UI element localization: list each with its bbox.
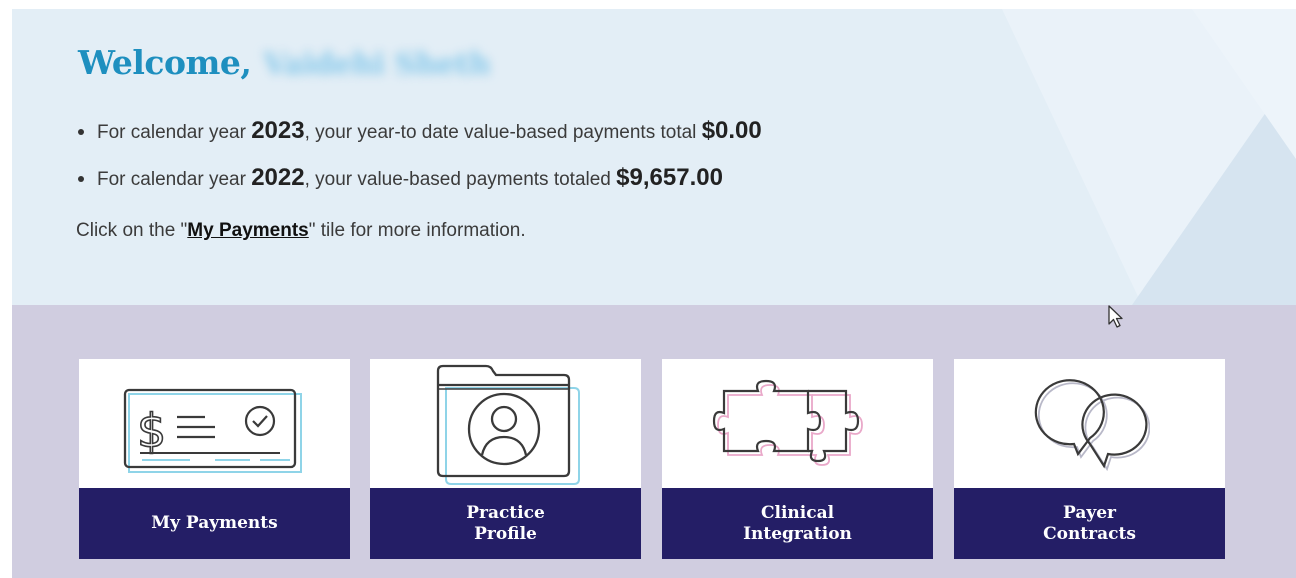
note-text-after: " tile for more information. xyxy=(308,220,526,241)
mouse-cursor-icon xyxy=(1108,305,1123,328)
tile-label: Payer Contracts xyxy=(954,488,1225,559)
user-name-blurred: Vaidehi Sheth xyxy=(263,47,491,82)
summary-text: , your value-based payments totaled xyxy=(304,169,617,190)
note-text-before: Click on the " xyxy=(76,220,188,241)
summary-amount: $0.00 xyxy=(701,117,762,144)
summary-prefix: For calendar year xyxy=(97,122,252,143)
welcome-greeting: Welcome, xyxy=(78,43,252,82)
summary-amount: $9,657.00 xyxy=(616,164,723,191)
welcome-heading: Welcome, Vaidehi Sheth xyxy=(78,43,491,82)
tile-payer-contracts[interactable]: Payer Contracts xyxy=(954,359,1225,559)
tile-clinical-integration[interactable]: Clinical Integration xyxy=(662,359,933,559)
welcome-banner: Welcome, Vaidehi Sheth For calendar year … xyxy=(12,9,1296,305)
payment-summary-list: For calendar year 2023, your year-to dat… xyxy=(78,113,762,207)
tile-my-payments[interactable]: $ My Payments xyxy=(79,359,350,559)
tile-label: My Payments xyxy=(79,488,350,559)
tile-label: Practice Profile xyxy=(370,488,641,559)
chat-bubbles-icon xyxy=(954,359,1225,488)
my-payments-link[interactable]: My Payments xyxy=(187,220,308,241)
check-payment-icon: $ xyxy=(79,359,350,488)
tile-label: Clinical Integration xyxy=(662,488,933,559)
summary-year: 2023 xyxy=(251,117,305,144)
summary-text: , your year-to date value-based payments… xyxy=(304,122,702,143)
tile-label-text: My Payments xyxy=(151,513,278,533)
info-note: Click on the "My Payments" tile for more… xyxy=(76,220,526,242)
tile-label-text: Payer Contracts xyxy=(1043,502,1136,544)
payment-summary-2023: For calendar year 2023, your year-to dat… xyxy=(78,113,762,160)
tile-practice-profile[interactable]: Practice Profile xyxy=(370,359,641,559)
summary-year: 2022 xyxy=(251,164,305,191)
tile-label-text: Clinical Integration xyxy=(743,502,852,544)
payment-summary-2022: For calendar year 2022, your value-based… xyxy=(78,160,762,207)
tile-label-text: Practice Profile xyxy=(466,502,545,544)
summary-prefix: For calendar year xyxy=(97,169,252,190)
folder-profile-icon xyxy=(370,359,641,488)
svg-text:$: $ xyxy=(137,404,166,458)
puzzle-icon xyxy=(662,359,933,488)
